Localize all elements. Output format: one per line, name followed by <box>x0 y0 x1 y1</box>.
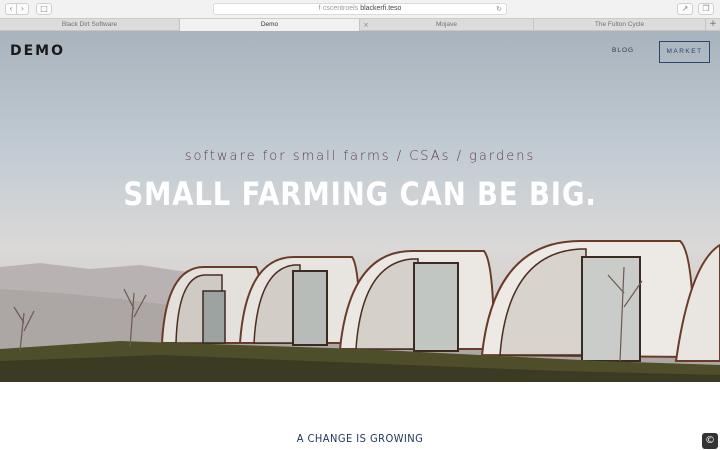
site-logo[interactable]: DEMO <box>10 43 65 59</box>
new-tab-button[interactable]: + <box>706 19 720 31</box>
tab-the-fulton-cycle[interactable]: The Fulton Cycle <box>534 19 706 31</box>
reload-icon[interactable]: ↻ <box>496 4 502 14</box>
tab-mojave[interactable]: × Mojave <box>360 19 534 31</box>
tab-demo[interactable]: Demo <box>180 19 360 31</box>
tab-label: Demo <box>260 21 279 28</box>
tab-black-dirt-software[interactable]: Black Dirt Software <box>0 19 180 31</box>
hero-headline: SMALL FARMING CAN BE BIG. <box>123 175 597 213</box>
hero-section: DEMO BLOG MARKET software for small farm… <box>0 31 720 382</box>
back-icon[interactable]: ‹ <box>5 3 17 15</box>
sidebar-icon[interactable]: □ <box>36 3 52 15</box>
nav-blog-link[interactable]: BLOG <box>612 47 634 54</box>
close-tab-icon[interactable]: × <box>363 19 369 31</box>
tab-label: The Fulton Cycle <box>594 21 645 28</box>
show-tabs-icon[interactable]: ❐ <box>698 3 714 15</box>
browser-chrome: ‹ › □ f·cscentroels blackerfi.teso ↻ ↗ ❐… <box>0 0 720 31</box>
hero-tagline: software for small farms / CSAs / garden… <box>184 149 536 164</box>
url-prefix: f·cscentroels <box>318 5 359 12</box>
section-title: A CHANGE IS GROWING <box>296 432 424 445</box>
address-bar[interactable]: f·cscentroels blackerfi.teso ↻ <box>213 3 507 15</box>
tab-label: Mojave <box>436 21 457 28</box>
nav-market-button[interactable]: MARKET <box>659 41 710 63</box>
tab-strip: Black Dirt Software Demo × Mojave The Fu… <box>0 18 720 31</box>
address-bar-text: f·cscentroels blackerfi.teso <box>214 4 506 14</box>
help-icon[interactable]: © <box>702 433 718 449</box>
url-host: blackerfi.teso <box>360 5 402 12</box>
share-icon[interactable]: ↗ <box>677 3 693 15</box>
tab-label: Black Dirt Software <box>61 21 118 28</box>
browser-toolbar: ‹ › □ f·cscentroels blackerfi.teso ↻ ↗ ❐ <box>0 0 720 18</box>
forward-icon[interactable]: › <box>17 3 29 15</box>
